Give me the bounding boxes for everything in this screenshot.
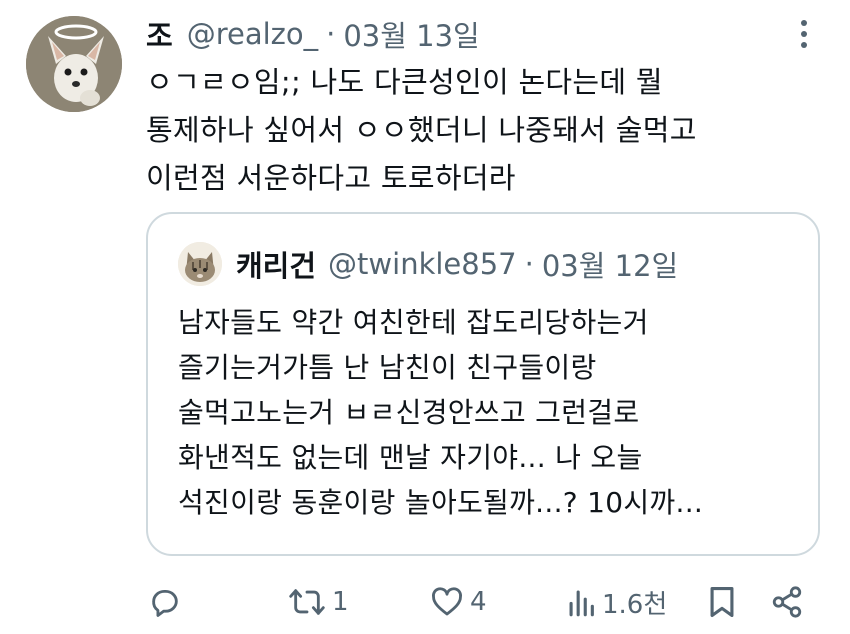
quoted-separator-dot: · <box>524 247 534 281</box>
tweet-header: 조 @realzo_ · 03월 13일 <box>146 14 480 54</box>
chihuahua-angel-avatar <box>26 16 122 112</box>
retweet-icon <box>289 589 325 615</box>
retweet-button[interactable]: 1 <box>288 580 349 624</box>
more-icon[interactable] <box>798 20 810 48</box>
quoted-author-handle[interactable]: @twinkle857 <box>328 247 517 281</box>
share-button[interactable] <box>770 580 804 624</box>
author-name[interactable]: 조 <box>146 13 173 55</box>
bookmark-button[interactable] <box>706 580 738 624</box>
author-avatar[interactable] <box>26 16 122 112</box>
action-bar: 1 4 1.6천 <box>0 580 850 624</box>
heart-icon <box>432 587 462 616</box>
reply-icon <box>152 589 178 617</box>
quoted-tweet[interactable]: 캐리건 @twinkle857 · 03월 12일 남자들도 약간 여친한테 잡… <box>146 212 820 556</box>
author-handle[interactable]: @realzo_ <box>187 17 318 51</box>
retweet-count: 1 <box>332 587 349 617</box>
quoted-date[interactable]: 03월 12일 <box>542 243 678 285</box>
cat-avatar <box>178 242 222 286</box>
quoted-text: 남자들도 약간 여친한테 잡도리당하는거 즐기는거가틈 난 남친이 친구들이랑 … <box>178 306 704 519</box>
separator-dot: · <box>326 17 336 51</box>
like-count: 4 <box>470 587 487 617</box>
bookmark-icon <box>710 586 734 618</box>
tweet-text: ㅇㄱㄹㅇ임;; 나도 다큰성인이 논다는데 뭘 통제하나 싶어서 ㅇㅇ했더니 나… <box>146 65 697 195</box>
views-icon <box>569 590 594 617</box>
share-icon <box>772 586 802 618</box>
views-count: 1.6천 <box>602 589 668 620</box>
views-button[interactable]: 1.6천 <box>566 580 667 624</box>
quoted-header: 캐리건 @twinkle857 · 03월 12일 <box>178 242 678 286</box>
like-button[interactable]: 4 <box>430 580 487 624</box>
quoted-avatar[interactable] <box>178 242 222 286</box>
tweet-date[interactable]: 03월 13일 <box>343 13 479 55</box>
reply-button[interactable] <box>148 580 182 624</box>
quoted-author-name[interactable]: 캐리건 <box>236 243 316 285</box>
